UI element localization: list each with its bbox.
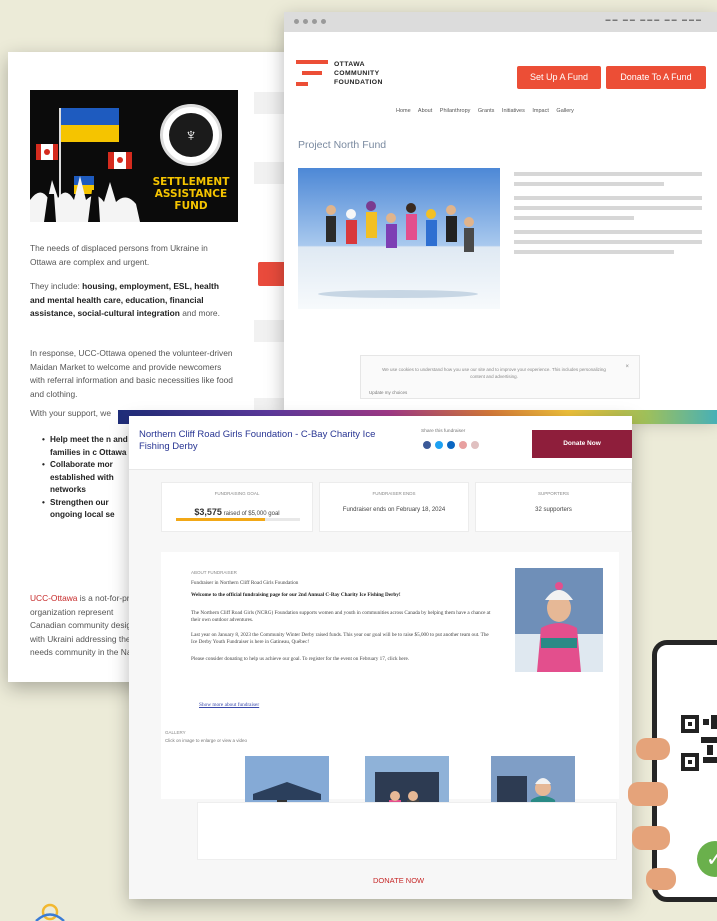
window-dot[interactable] [303, 19, 308, 24]
intro-paragraph: The needs of displaced persons from Ukra… [30, 243, 208, 267]
qr-code-icon [681, 715, 717, 771]
window-dot[interactable] [312, 19, 317, 24]
ucc-seal-icon: ♆ [160, 104, 222, 166]
show-more-link[interactable]: Show more about fundraiser [199, 702, 259, 708]
ocf-nav-menu[interactable]: Home About Philanthropy Grants Initiativ… [396, 108, 574, 114]
progress-bar [176, 518, 300, 521]
page-title: Project North Fund [298, 139, 387, 151]
story-label: ABOUT FUNDRAISER [191, 570, 237, 575]
twitter-icon[interactable] [435, 441, 443, 449]
end-label: FUNDRAISER ENDS [372, 491, 416, 496]
facebook-icon[interactable] [423, 441, 431, 449]
supporters-label: SUPPORTERS [538, 491, 569, 496]
support-bullet-list: Help meet the n and families in c Ottawa… [42, 434, 137, 522]
text-line [514, 206, 702, 210]
browser-toolbar: ▬▬ ▬▬ ▬▬▬ ▬▬ ▬▬▬ [284, 12, 717, 32]
text-line [514, 250, 674, 254]
gallery-label: GALLERY [165, 730, 186, 735]
email-icon[interactable] [459, 441, 467, 449]
needs-paragraph: They include: housing, employment, ESL, … [30, 281, 220, 318]
cookie-settings-link[interactable]: Update my choices [369, 390, 407, 395]
fundraiser-title: Northern Cliff Road Girls Foundation - C… [139, 429, 376, 452]
corner-logo-icon [35, 903, 65, 921]
end-date-stat: FUNDRAISER ENDS Fundraiser ends on Febru… [319, 482, 469, 532]
ocf-page: ▬▬ ▬▬ ▬▬▬ ▬▬ ▬▬▬ OTTAWA COMMUNITY FOUNDA… [284, 12, 717, 414]
donate-now-button[interactable]: Donate Now [532, 430, 632, 458]
story-paragraph: The Northern Cliff Road Girls (NCRG) Fou… [191, 610, 491, 623]
donate-now-footer-button[interactable]: DONATE NOW [373, 876, 424, 885]
check-icon: ✓ [697, 841, 717, 877]
link-icon[interactable] [471, 441, 479, 449]
phone-mockup: ✓ [652, 640, 717, 902]
end-value: Fundraiser ends on February 18, 2024 [342, 507, 446, 513]
close-icon[interactable]: × [625, 364, 629, 370]
text-line [514, 182, 664, 186]
linkedin-icon[interactable] [447, 441, 455, 449]
window-dot[interactable] [321, 19, 326, 24]
text-line [514, 196, 702, 200]
share-label: Share this fundraiser [421, 429, 466, 434]
story-welcome: Welcome to the official fundraising page… [191, 592, 401, 598]
text-line [514, 240, 702, 244]
ocf-logo-icon [296, 60, 328, 86]
hand-finger [632, 826, 670, 850]
set-up-fund-button[interactable]: Set Up A Fund [517, 66, 601, 89]
cookie-notice: We use cookies to understand how you use… [360, 355, 640, 399]
jumping-group-photo [298, 168, 500, 309]
bullet-item: Help meet the n and families in c Ottawa [42, 434, 137, 459]
fundraiser-header: Northern Cliff Road Girls Foundation - C… [129, 416, 632, 470]
raised-stat: FUNDRAISING GOAL $3,575 raised of $5,000… [161, 482, 313, 532]
donate-to-fund-button[interactable]: Donate To A Fund [606, 66, 706, 89]
ucc-ottawa-link[interactable]: UCC-Ottawa [30, 593, 77, 603]
bullet-item: Collaborate mor established with network… [42, 459, 137, 497]
cookie-notice-text: We use cookies to understand how you use… [382, 367, 606, 379]
text-line [514, 172, 702, 176]
ice-fishing-fundraiser-page: Northern Cliff Road Girls Foundation - C… [129, 416, 632, 899]
story-hosted-by: Fundraiser in Northern Cliff Road Girls … [191, 580, 299, 586]
donate-footer-panel [197, 802, 617, 860]
supporters-stat: SUPPORTERS 32 supporters [475, 482, 632, 532]
raised-value: $3,575 raised of $5,000 goal [194, 507, 280, 517]
progress-bar-fill [176, 518, 266, 521]
text-line [514, 230, 702, 234]
story-paragraph: Please consider donating to help us achi… [191, 656, 410, 662]
story-paragraph: Last year on January 8, 2023 the Communi… [191, 632, 489, 645]
hand-finger [636, 738, 670, 760]
response-paragraph: In response, UCC-Ottawa opened the volun… [30, 348, 233, 399]
gallery-instructions: Click on image to enlarge or view a vide… [165, 738, 248, 743]
supporters-value[interactable]: 32 supporters [476, 507, 631, 513]
raised-label: FUNDRAISING GOAL [214, 491, 260, 496]
bullet-item: Strengthen our ongoing local se [42, 497, 137, 522]
fundraiser-portrait-photo [515, 568, 603, 672]
text-line [514, 216, 634, 220]
ocf-logo-text: OTTAWA COMMUNITY FOUNDATION [334, 61, 383, 86]
banner-title: SETTLEMENT ASSISTANCE FUND [152, 176, 230, 212]
settlement-fund-banner: ♆ SETTLEMENT ASSISTANCE FUND [30, 90, 238, 222]
hand-finger [628, 782, 668, 806]
browser-links: ▬▬ ▬▬ ▬▬▬ ▬▬ ▬▬▬ [605, 17, 703, 23]
hand-finger [646, 868, 676, 890]
window-dot[interactable] [294, 19, 299, 24]
